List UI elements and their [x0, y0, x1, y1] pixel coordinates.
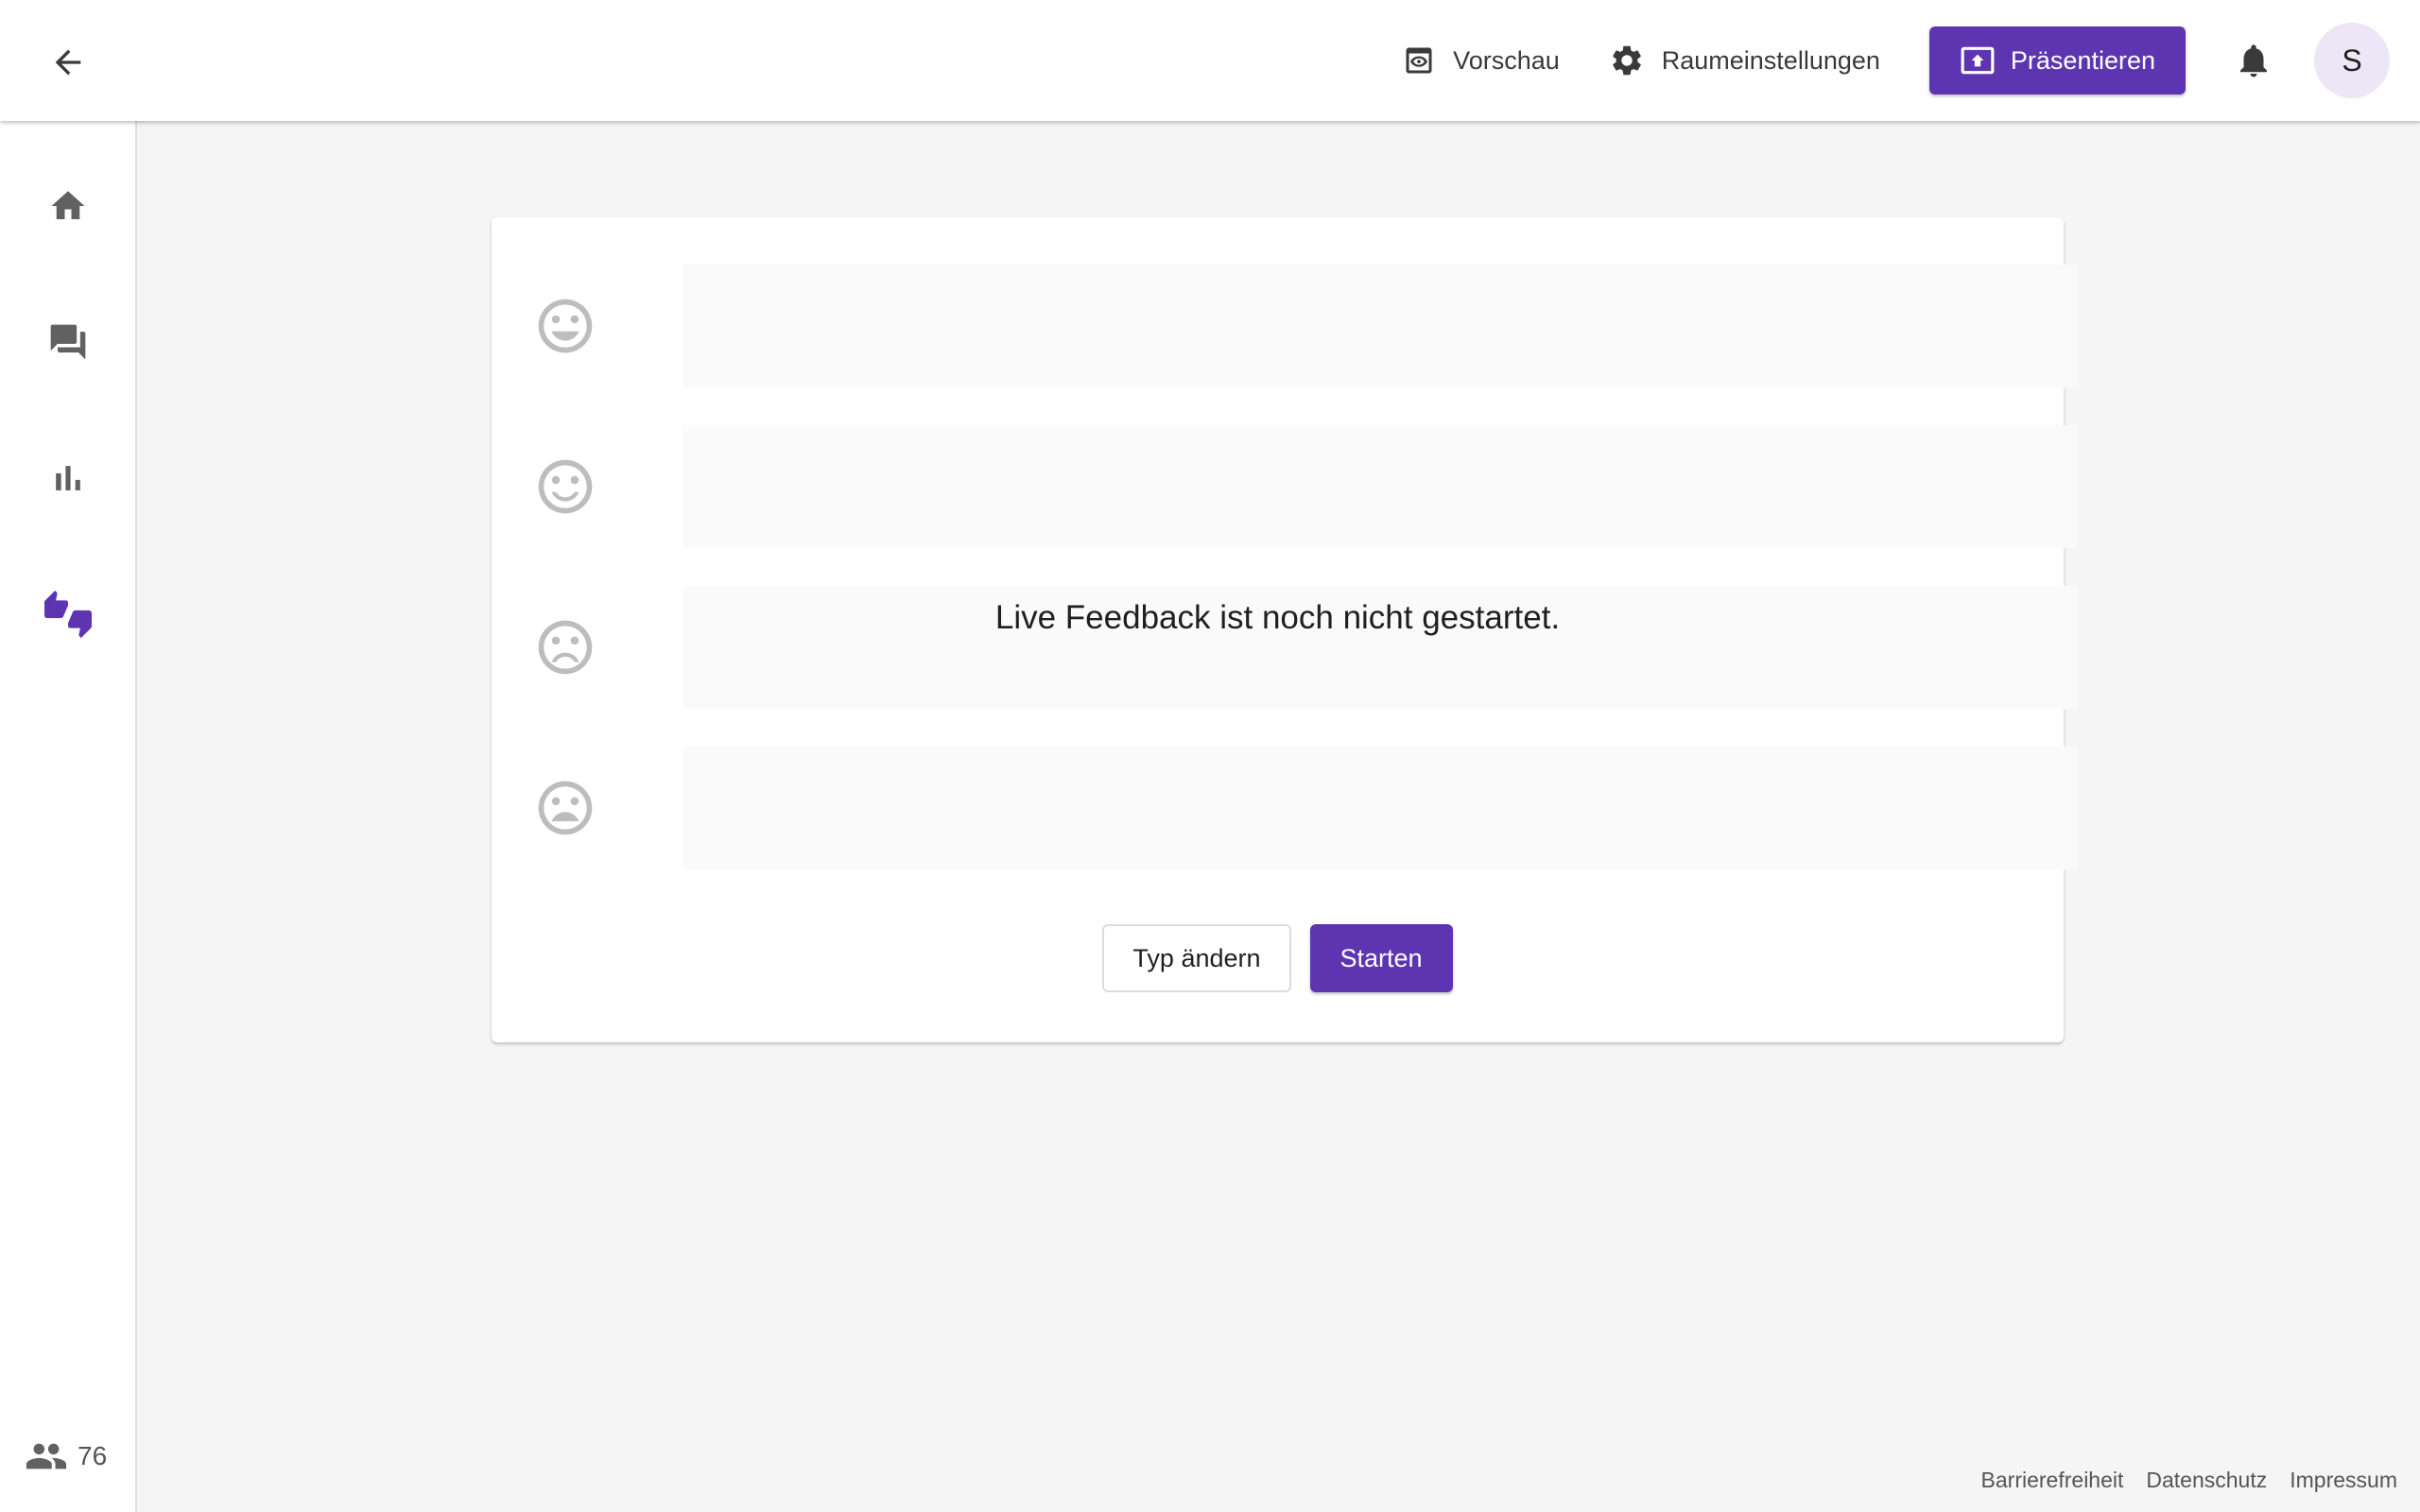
forum-icon [50, 324, 86, 360]
nav-item-home[interactable] [30, 168, 106, 244]
top-actions: Vorschau Raumeinstellungen Präsentieren … [1377, 0, 2420, 121]
feedback-row-very-sad [533, 747, 2078, 869]
footer-links: Barrierefreiheit Datenschutz Impressum [1959, 1468, 2397, 1493]
top-app-bar: Vorschau Raumeinstellungen Präsentieren … [0, 0, 2420, 121]
preview-icon [1406, 47, 1432, 74]
change-type-button[interactable]: Typ ändern [1102, 924, 1291, 992]
present-to-all-icon [1961, 46, 1995, 75]
feedback-bar [683, 425, 2078, 548]
feedback-row-very-happy [533, 265, 2078, 387]
footer-link-imprint[interactable]: Impressum [2290, 1468, 2397, 1493]
feedback-status-message: Live Feedback ist noch nicht gestartet. [994, 599, 1561, 636]
gear-icon [1612, 45, 1641, 76]
footer-link-accessibility[interactable]: Barrierefreiheit [1981, 1468, 2124, 1493]
present-button[interactable]: Präsentieren [1928, 26, 2186, 94]
feedback-row-happy [533, 425, 2078, 548]
avatar-initial: S [2342, 43, 2362, 77]
start-button[interactable]: Starten [1309, 924, 1453, 992]
happy-face-icon [538, 459, 593, 514]
very-happy-face-icon [538, 299, 593, 353]
nav-item-qna[interactable] [30, 304, 106, 380]
change-type-label: Typ ändern [1132, 943, 1261, 972]
preview-button[interactable]: Vorschau [1377, 26, 1584, 94]
bell-icon [2240, 44, 2267, 77]
preview-label: Vorschau [1453, 45, 1560, 75]
nav-item-statistics[interactable] [30, 440, 106, 516]
participant-counter: 76 [25, 1435, 107, 1478]
very-sad-face-icon [538, 781, 593, 835]
arrow-back-icon [55, 49, 81, 76]
back-button[interactable] [38, 32, 98, 93]
start-label: Starten [1340, 943, 1423, 972]
present-label: Präsentieren [2010, 45, 2155, 75]
nav-item-live-feedback[interactable] [30, 576, 106, 652]
notifications-button[interactable] [2220, 26, 2288, 94]
bar-chart-icon [56, 466, 80, 490]
feedback-bar [683, 747, 2078, 869]
feedback-actions: Typ ändern Starten [492, 924, 2064, 992]
feedback-bar [683, 265, 2078, 387]
thumbs-up-down-icon [44, 591, 92, 638]
side-navigation: 76 [0, 121, 137, 1512]
user-avatar[interactable]: S [2314, 23, 2390, 98]
room-settings-label: Raumeinstellungen [1661, 45, 1880, 75]
footer-link-privacy[interactable]: Datenschutz [2146, 1468, 2267, 1493]
live-feedback-card: Live Feedback ist noch nicht gestartet. … [492, 217, 2078, 1042]
participant-count: 76 [78, 1441, 108, 1470]
room-settings-button[interactable]: Raumeinstellungen [1584, 26, 1905, 94]
people-icon [26, 1443, 67, 1469]
home-icon [51, 191, 85, 219]
